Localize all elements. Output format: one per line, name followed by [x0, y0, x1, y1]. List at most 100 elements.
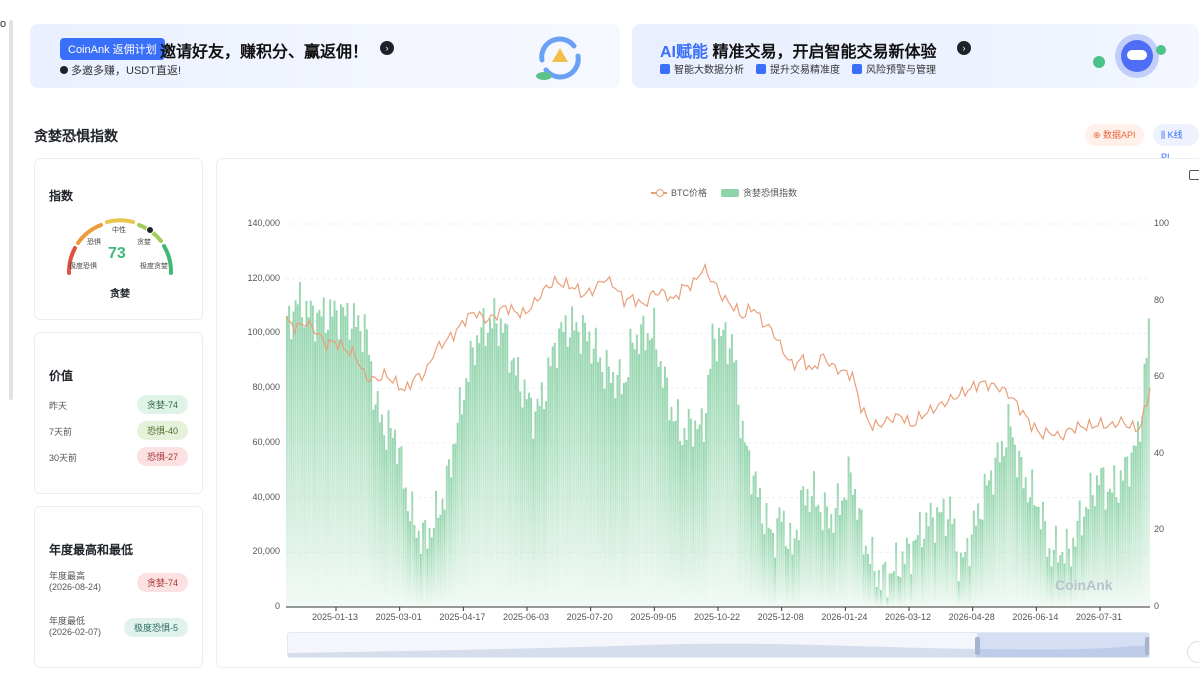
fear-greed-bar	[804, 505, 807, 607]
fear-greed-bar	[614, 398, 617, 607]
fear-greed-bar	[843, 497, 846, 607]
fear-greed-bar	[346, 303, 349, 607]
fear-greed-bar	[854, 489, 857, 607]
fear-greed-bar	[635, 334, 638, 607]
fear-greed-bar	[1029, 497, 1031, 607]
fear-greed-bar	[324, 332, 327, 607]
fear-greed-bar	[296, 304, 299, 607]
fear-greed-bar	[698, 424, 701, 607]
fear-greed-bar	[413, 525, 416, 607]
fear-greed-bar	[454, 443, 457, 607]
fear-greed-bar	[631, 342, 634, 607]
fear-greed-bar	[1018, 450, 1021, 607]
fear-greed-bar	[344, 315, 347, 607]
fear-greed-bar	[601, 371, 604, 607]
fear-greed-bar	[735, 360, 738, 607]
zoom-handle-right[interactable]	[1145, 637, 1149, 655]
fear-greed-bar	[661, 387, 664, 607]
fear-greed-bar	[566, 346, 569, 607]
fear-greed-bar	[972, 510, 975, 607]
data-zoom-slider[interactable]	[287, 632, 1150, 658]
fear-greed-bar	[806, 489, 809, 607]
fear-greed-chart[interactable]	[0, 0, 1199, 687]
fear-greed-bar	[452, 444, 455, 607]
fear-greed-bar	[303, 327, 306, 607]
fear-greed-bar	[830, 514, 833, 607]
fear-greed-bar	[828, 528, 831, 607]
x-tick-label: 2025-03-01	[375, 612, 422, 622]
fear-greed-bar	[340, 304, 342, 607]
fear-greed-bar	[458, 387, 461, 607]
fear-greed-bar	[1143, 363, 1146, 607]
fear-greed-bar	[648, 339, 651, 607]
y-left-tick-label: 140,000	[247, 218, 280, 228]
fear-greed-bar	[329, 299, 332, 607]
fear-greed-bar	[495, 323, 498, 607]
fear-greed-bar	[402, 488, 405, 607]
fear-greed-bar	[733, 362, 736, 607]
fear-greed-bar	[899, 577, 902, 607]
fear-greed-bar	[873, 571, 876, 607]
zoom-selection[interactable]	[977, 633, 1149, 657]
fear-greed-bar	[588, 331, 591, 607]
fear-greed-bar	[847, 456, 850, 607]
fear-greed-bar	[556, 368, 558, 607]
fear-greed-bar	[594, 327, 597, 607]
fear-greed-bar	[1033, 505, 1036, 607]
fear-greed-bar	[374, 404, 377, 607]
zoom-handle-left[interactable]	[975, 637, 980, 655]
fear-greed-bar	[592, 348, 595, 607]
fear-greed-bar	[737, 404, 740, 607]
fear-greed-bar	[834, 508, 837, 607]
fear-greed-bar	[1024, 477, 1027, 607]
fear-greed-bar	[722, 329, 725, 607]
fear-greed-bar	[923, 538, 926, 607]
fear-greed-bar	[808, 512, 811, 607]
fear-greed-bar	[489, 318, 491, 607]
fear-greed-bar	[575, 322, 578, 607]
fear-greed-bar	[996, 442, 999, 607]
fear-greed-bar	[992, 494, 995, 607]
fear-greed-bar	[378, 422, 381, 607]
fear-greed-bar	[1134, 445, 1137, 607]
fear-greed-bar	[1072, 537, 1075, 607]
fear-greed-bar	[1042, 501, 1044, 607]
fear-greed-bar	[620, 394, 623, 607]
fear-greed-bar	[979, 518, 982, 607]
fear-greed-bar	[411, 491, 414, 607]
fear-greed-bar	[439, 514, 442, 607]
fear-greed-bar	[672, 421, 675, 607]
fear-greed-bar	[759, 487, 761, 607]
x-tick-label: 2026-03-12	[885, 612, 932, 622]
fear-greed-bar	[765, 503, 768, 607]
fear-greed-bar	[867, 553, 869, 607]
y-left-tick-label: 100,000	[247, 327, 280, 338]
fear-greed-bar	[1076, 520, 1079, 607]
fear-greed-bar	[463, 399, 466, 607]
fear-greed-bar	[456, 422, 459, 607]
fear-greed-bar	[607, 366, 610, 607]
fear-greed-bar	[391, 437, 394, 607]
fear-greed-bar	[1119, 470, 1122, 607]
fear-greed-bar	[707, 374, 710, 607]
fear-greed-bar	[638, 354, 641, 607]
fear-greed-bar	[368, 354, 371, 607]
x-tick-label: 2026-01-24	[821, 612, 868, 622]
fear-greed-bar	[651, 338, 653, 607]
fear-greed-bar	[540, 382, 543, 607]
fear-greed-bar	[1139, 441, 1142, 607]
fear-greed-bar	[385, 449, 388, 607]
x-tick-label: 2025-09-05	[630, 612, 677, 622]
coinank-watermark: CoinAnk	[1055, 577, 1113, 593]
fear-greed-bar	[394, 429, 396, 607]
fear-greed-bar	[951, 524, 954, 607]
fear-greed-bar	[882, 564, 885, 607]
fear-greed-bar	[584, 322, 587, 607]
fear-greed-bar	[1126, 456, 1129, 607]
fear-greed-bar	[400, 446, 403, 607]
fear-greed-bar	[571, 306, 574, 607]
fear-greed-bar	[1137, 421, 1139, 607]
fear-greed-bar	[536, 398, 539, 607]
fear-greed-bar	[486, 332, 489, 607]
fear-greed-bar	[817, 504, 820, 607]
